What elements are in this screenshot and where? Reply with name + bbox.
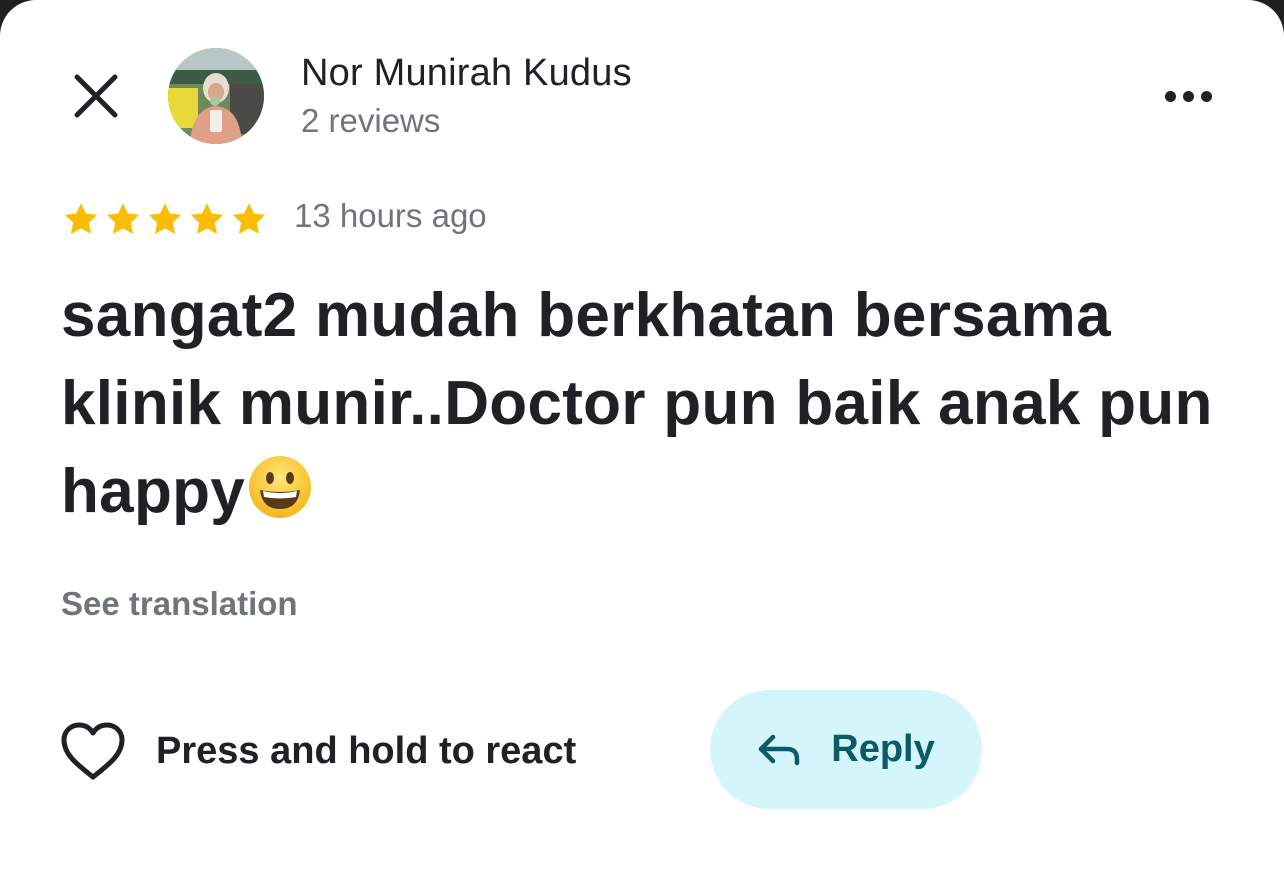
star-icon	[148, 203, 182, 234]
review-text-body: sangat2 mudah berkhatan bersama klinik m…	[61, 281, 1213, 526]
more-options-icon	[1164, 90, 1212, 102]
react-label: Press and hold to react	[156, 729, 577, 772]
review-timestamp: 13 hours ago	[294, 197, 487, 234]
see-translation-link[interactable]: See translation	[61, 585, 298, 623]
close-button[interactable]	[66, 66, 126, 126]
reviewer-avatar[interactable]	[168, 48, 264, 144]
star-icon	[106, 203, 140, 234]
reviewer-review-count: 2 reviews	[301, 102, 441, 139]
star-rating	[61, 198, 269, 240]
react-button[interactable]: Press and hold to react	[60, 716, 576, 786]
review-detail-sheet: Nor Munirah Kudus 2 reviews 13 hours ago…	[0, 0, 1284, 891]
review-text: sangat2 mudah berkhatan bersama klinik m…	[61, 272, 1241, 544]
grinning-face-icon	[247, 454, 313, 544]
reviewer-name[interactable]: Nor Munirah Kudus	[301, 52, 632, 95]
more-options-button[interactable]	[1156, 70, 1220, 122]
star-icon	[190, 203, 224, 234]
star-icon	[232, 203, 266, 234]
close-icon	[74, 74, 118, 118]
reply-button[interactable]: Reply	[710, 690, 982, 809]
reply-label: Reply	[831, 728, 935, 770]
reply-arrow-icon	[759, 734, 800, 765]
heart-outline-icon	[61, 722, 125, 780]
star-icon	[64, 203, 98, 234]
